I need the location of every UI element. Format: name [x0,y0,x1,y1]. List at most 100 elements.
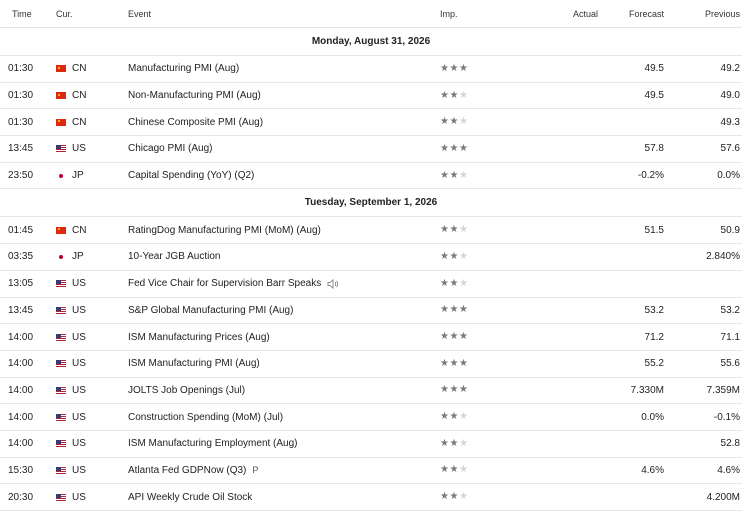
star-icon: ★ [449,464,459,476]
currency-code: US [72,411,86,423]
event-previous: 4.200M [706,491,740,503]
event-name[interactable]: Manufacturing PMI (Aug) [128,63,239,74]
table-row[interactable]: 13:45 US Chicago PMI (Aug) ★ ★ ★ 57.8 57.6 [0,136,742,163]
table-row[interactable]: 23:50 JP Capital Spending (YoY) (Q2) ★ ★ ★ -0.… [0,163,742,190]
table-row[interactable]: 20:30 US API Weekly Crude Oil Stock ★ ★ ★ 4.20… [0,484,742,511]
event-name[interactable]: API Weekly Crude Oil Stock [128,492,252,503]
table-row[interactable]: 14:00 US Construction Spending (MoM) (Jul)… [0,404,742,431]
currency-code: CN [72,116,87,128]
star-icon: ★ [458,277,469,289]
star-icon: ★ [458,62,469,74]
importance-stars: ★ ★ ★ [440,225,530,235]
event-name[interactable]: Chicago PMI (Aug) [128,143,212,154]
star-icon: ★ [449,331,459,343]
flag-usa-icon [56,306,66,314]
event-name-cell: Chinese Composite PMI (Aug) [124,117,440,128]
day-header: Tuesday, September 1, 2026 [0,189,742,218]
table-row[interactable]: 14:00 US JOLTS Job Openings (Jul) ★ ★ ★ 7.330M… [0,378,742,405]
event-forecast: 4.6% [641,464,664,476]
star-icon: ★ [440,62,450,74]
star-icon: ★ [449,89,459,101]
event-name[interactable]: Fed Vice Chair for Supervision Barr Spea… [128,278,321,289]
star-icon: ★ [449,304,459,316]
flag-japan-icon [56,253,66,261]
event-name[interactable]: Capital Spending (YoY) (Q2) [128,170,254,181]
star-icon: ★ [440,142,450,154]
table-row[interactable]: 01:30 CN Chinese Composite PMI (Aug) ★ ★ ★ 49.… [0,109,742,137]
star-icon: ★ [449,250,459,262]
header-event[interactable]: Event [124,9,440,19]
header-forecast[interactable]: Forecast [598,9,664,19]
currency-code: JP [72,251,84,263]
header-currency[interactable]: Cur. [52,9,124,19]
star-icon: ★ [440,304,450,316]
table-row[interactable]: 01:30 CN Non-Manufacturing PMI (Aug) ★ ★ ★ 49.… [0,83,742,110]
event-name-cell: Capital Spending (YoY) (Q2) [124,170,440,181]
event-name-cell: Non-Manufacturing PMI (Aug) [124,90,440,101]
table-row[interactable]: 01:45 CN RatingDog Manufacturing PMI (MoM)… [0,217,742,245]
table-row[interactable]: 14:00 US ISM Manufacturing PMI (Aug) ★ ★ ★ 55.… [0,351,742,378]
event-time: 01:30 [8,90,34,102]
currency-code: CN [72,224,87,236]
header-actual[interactable]: Actual [530,9,598,19]
importance-stars: ★ ★ ★ [440,169,530,181]
event-time: 03:35 [8,251,34,263]
event-name[interactable]: Non-Manufacturing PMI (Aug) [128,90,261,101]
table-row[interactable]: 01:30 CN Manufacturing PMI (Aug) ★ ★ ★ 49.5 49.… [0,56,742,83]
event-name[interactable]: JOLTS Job Openings (Jul) [128,385,245,396]
star-icon: ★ [449,62,459,74]
flag-usa-icon [56,466,66,474]
importance-stars: ★ ★ ★ [440,438,530,449]
event-forecast: 51.5 [644,224,664,236]
currency-code: CN [72,90,87,102]
event-name-cell: 10-Year JGB Auction [124,251,440,262]
event-name-cell: Fed Vice Chair for Supervision Barr Spea… [124,278,440,289]
table-row[interactable]: 14:00 US ISM Manufacturing Employment (Aug… [0,431,742,458]
table-row[interactable]: 14:00 US ISM Manufacturing Prices (Aug) ★ ★ ★… [0,324,742,351]
importance-stars: ★ ★ ★ [440,332,530,342]
event-name[interactable]: Atlanta Fed GDPNow (Q3) [128,465,246,476]
event-forecast: 53.2 [644,304,664,316]
event-time: 13:05 [8,278,34,290]
event-name[interactable]: 10-Year JGB Auction [128,251,220,262]
event-time: 15:30 [8,464,34,476]
event-name[interactable]: Construction Spending (MoM) (Jul) [128,412,283,423]
importance-stars: ★ ★ ★ [440,412,530,422]
star-icon: ★ [449,142,459,154]
table-row[interactable]: 13:45 US S&P Global Manufacturing PMI (Aug… [0,298,742,325]
currency-code: US [72,438,86,450]
star-icon: ★ [449,277,459,289]
header-importance[interactable]: Imp. [440,9,530,19]
event-time: 20:30 [8,491,34,503]
event-currency: CN [52,90,124,101]
importance-stars: ★ ★ ★ [440,358,530,369]
flag-usa-icon [56,386,66,394]
event-name[interactable]: Chinese Composite PMI (Aug) [128,117,263,128]
event-forecast: 71.2 [644,331,664,343]
header-time[interactable]: Time [0,9,52,19]
event-time: 14:00 [8,438,34,450]
event-name[interactable]: ISM Manufacturing Employment (Aug) [128,438,298,449]
event-name[interactable]: RatingDog Manufacturing PMI (MoM) (Aug) [128,225,321,236]
event-name[interactable]: ISM Manufacturing PMI (Aug) [128,358,260,369]
event-currency: CN [52,225,124,236]
table-row[interactable]: 15:30 US Atlanta Fed GDPNow (Q3) P ★ ★ ★ 4.6% 4.… [0,458,742,485]
header-previous[interactable]: Previous [664,9,742,19]
event-name[interactable]: ISM Manufacturing Prices (Aug) [128,332,270,343]
event-currency: JP [52,170,124,181]
event-name[interactable]: S&P Global Manufacturing PMI (Aug) [128,305,293,316]
event-currency: CN [52,117,124,128]
event-currency: US [52,358,124,369]
table-row[interactable]: 13:05 US Fed Vice Chair for Supervision Ba… [0,271,742,298]
star-icon: ★ [458,169,469,181]
event-forecast: 49.5 [644,90,664,102]
event-previous: 2.840% [706,251,740,263]
day-header: Monday, August 31, 2026 [0,28,742,56]
star-icon: ★ [449,491,459,503]
calendar-body: Monday, August 31, 2026 01:30 CN Manufactur… [0,28,742,511]
star-icon: ★ [449,116,459,128]
event-tag: P [252,465,259,476]
star-icon: ★ [440,331,450,343]
event-currency: US [52,465,124,476]
table-row[interactable]: 03:35 JP 10-Year JGB Auction ★ ★ ★ 2.840% [0,244,742,271]
